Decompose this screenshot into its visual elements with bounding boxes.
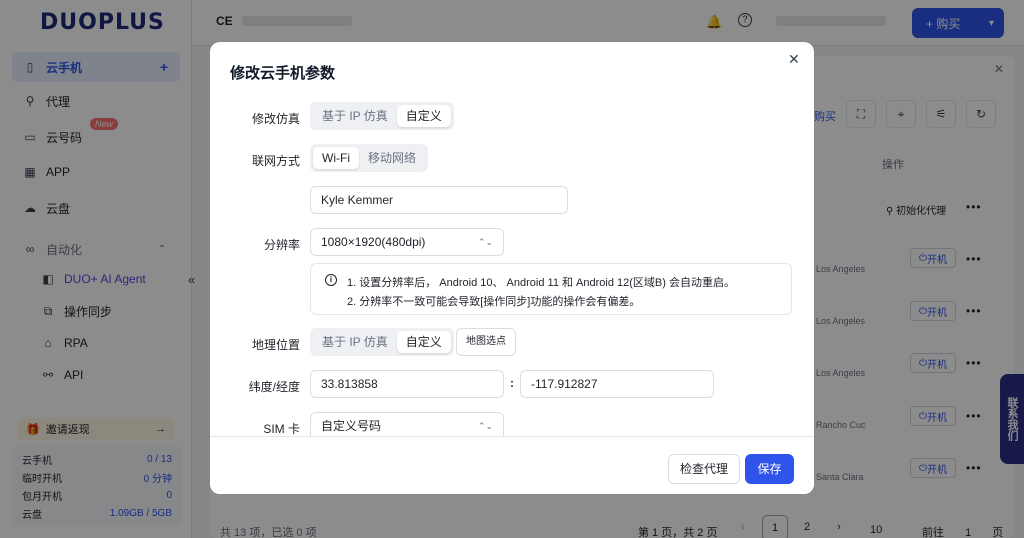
sim-select[interactable]: 自定义号码 ⌃⌄: [310, 412, 504, 436]
emulation-segmented: 基于 IP 仿真 自定义: [310, 102, 454, 130]
sim-label: SIM 卡: [263, 422, 300, 436]
location-option-ip[interactable]: 基于 IP 仿真: [313, 331, 397, 353]
network-label: 联网方式: [251, 154, 300, 168]
resolution-value: 1080×1920(480dpi): [321, 235, 426, 249]
network-segmented: Wi-Fi 移动网络: [310, 144, 428, 172]
dialog-body: 修改仿真 基于 IP 仿真 自定义 联网方式 Wi-Fi 移动网络 Kyle K…: [210, 96, 814, 436]
emulation-option-ip[interactable]: 基于 IP 仿真: [313, 105, 397, 127]
network-option-wifi[interactable]: Wi-Fi: [313, 147, 359, 169]
longitude-input[interactable]: -117.912827: [520, 370, 714, 398]
check-proxy-button[interactable]: 检查代理: [668, 454, 740, 484]
sim-value: 自定义号码: [321, 419, 382, 433]
emulation-label: 修改仿真: [251, 112, 300, 126]
edit-cloud-phone-params-dialog: 修改云手机参数 ✕ 修改仿真 基于 IP 仿真 自定义 联网方式 Wi-Fi 移…: [210, 42, 814, 494]
location-segmented: 基于 IP 仿真 自定义: [310, 328, 454, 356]
emulation-option-custom[interactable]: 自定义: [396, 105, 451, 127]
dialog-footer: 检查代理 保存: [210, 436, 814, 494]
resolution-notice: i 1. 设置分辨率后， Android 10、 Android 11 和 An…: [310, 263, 792, 315]
info-icon: i: [325, 274, 337, 286]
latlng-separator: :: [510, 376, 514, 390]
resolution-select[interactable]: 1080×1920(480dpi) ⌃⌄: [310, 228, 504, 256]
map-pick-button[interactable]: 地图选点: [456, 328, 516, 356]
wifi-name-input[interactable]: Kyle Kemmer: [310, 186, 568, 214]
latitude-input[interactable]: 33.813858: [310, 370, 504, 398]
save-button[interactable]: 保存: [745, 454, 794, 484]
location-option-custom[interactable]: 自定义: [396, 331, 451, 353]
dialog-title: 修改云手机参数: [230, 65, 336, 82]
select-arrows-icon: ⌃⌄: [477, 421, 493, 431]
notice-line-2: 2. 分辨率不一致可能会导致[操作同步]功能的操作会有偏差。: [347, 296, 641, 308]
resolution-label: 分辨率: [263, 238, 300, 252]
select-arrows-icon: ⌃⌄: [477, 237, 493, 247]
location-label: 地理位置: [251, 338, 300, 352]
network-option-mobile[interactable]: 移动网络: [359, 147, 425, 169]
notice-line-1: 1. 设置分辨率后， Android 10、 Android 11 和 Andr…: [347, 277, 735, 289]
close-icon[interactable]: ✕: [788, 51, 800, 68]
latlng-label: 纬度/经度: [248, 380, 300, 394]
